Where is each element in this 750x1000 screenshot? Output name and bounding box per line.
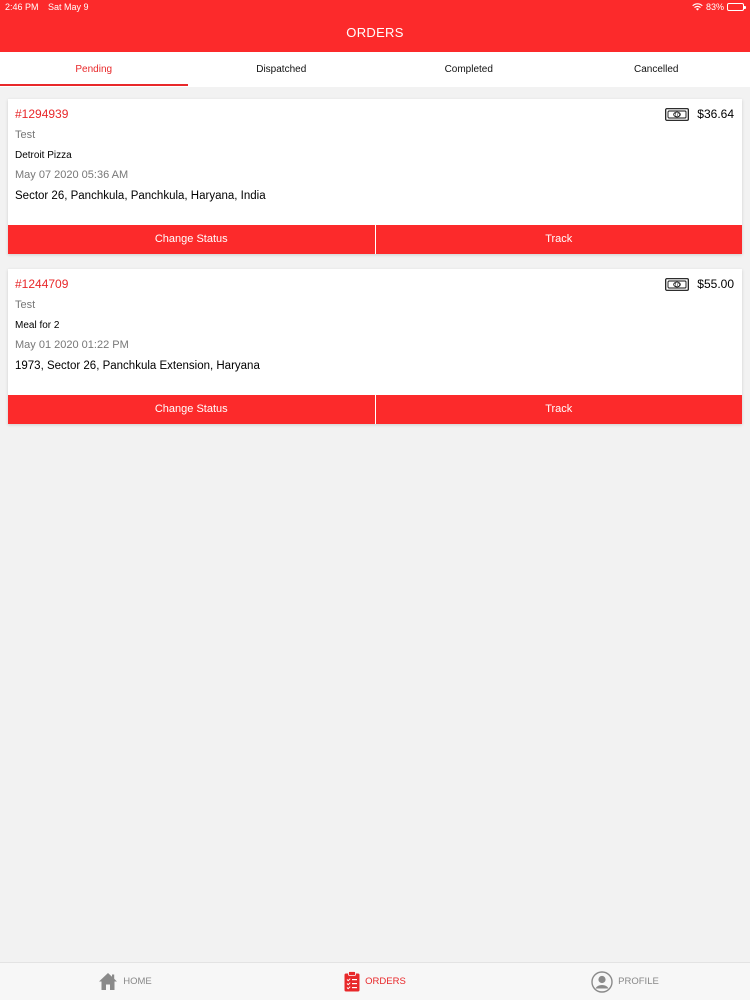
svg-text:10: 10 — [674, 112, 680, 118]
page-title: ORDERS — [346, 25, 404, 40]
order-card: #1294939 10 $36.64 Test Detroit Pizza Ma… — [8, 99, 742, 254]
change-status-button[interactable]: Change Status — [8, 225, 375, 254]
battery-percentage: 83% — [705, 2, 724, 12]
nav-orders-label: ORDERS — [365, 976, 406, 987]
order-id: #1244709 — [15, 277, 69, 291]
order-customer: Test — [15, 299, 36, 311]
cash-icon: 10 — [665, 107, 690, 121]
app-header: 2:46 PM Sat May 9 83% ORDERS — [0, 0, 750, 52]
order-amount: 10 $36.64 — [665, 107, 734, 121]
nav-orders[interactable]: ORDERS — [250, 963, 500, 1000]
track-button[interactable]: Track — [374, 225, 742, 254]
change-status-button[interactable]: Change Status — [8, 395, 375, 424]
tab-dispatched[interactable]: Dispatched — [188, 52, 376, 87]
order-customer: Test — [15, 129, 36, 141]
order-item: Detroit Pizza — [15, 150, 72, 161]
order-item: Meal for 2 — [15, 320, 60, 331]
home-icon — [99, 973, 118, 990]
bottom-nav: HOME ORDERS PROFILE — [0, 962, 750, 1000]
profile-icon — [591, 970, 613, 993]
order-status-tabs: Pending Dispatched Completed Cancelled — [0, 52, 750, 87]
order-address: Sector 26, Panchkula, Panchkula, Haryana… — [15, 190, 266, 202]
nav-profile-label: PROFILE — [618, 976, 659, 987]
nav-home-label: HOME — [123, 976, 152, 987]
nav-home[interactable]: HOME — [0, 963, 250, 1000]
nav-profile[interactable]: PROFILE — [500, 963, 750, 1000]
order-amount-value: $55.00 — [697, 277, 734, 291]
tab-pending[interactable]: Pending — [0, 52, 188, 87]
status-time: 2:46 PM — [5, 2, 39, 12]
wifi-icon — [692, 3, 703, 11]
order-date: May 01 2020 01:22 PM — [15, 339, 129, 351]
cash-icon: 10 — [665, 277, 690, 291]
orders-clipboard-icon — [344, 971, 360, 992]
battery-icon — [727, 3, 746, 11]
status-bar: 2:46 PM Sat May 9 83% — [0, 0, 750, 14]
svg-text:10: 10 — [674, 282, 680, 288]
order-actions: Change Status Track — [8, 395, 742, 424]
order-address: 1973, Sector 26, Panchkula Extension, Ha… — [15, 360, 260, 372]
order-id: #1294939 — [15, 107, 69, 121]
order-date: May 07 2020 05:36 AM — [15, 169, 129, 181]
order-amount: 10 $55.00 — [665, 277, 734, 291]
tab-completed[interactable]: Completed — [375, 52, 563, 87]
order-amount-value: $36.64 — [697, 107, 734, 121]
status-indicators: 83% — [692, 2, 746, 12]
order-actions: Change Status Track — [8, 225, 742, 254]
track-button[interactable]: Track — [374, 395, 742, 424]
order-card: #1244709 10 $55.00 Test Meal for 2 May 0… — [8, 269, 742, 424]
tab-cancelled[interactable]: Cancelled — [563, 52, 750, 87]
status-date: Sat May 9 — [48, 2, 89, 12]
